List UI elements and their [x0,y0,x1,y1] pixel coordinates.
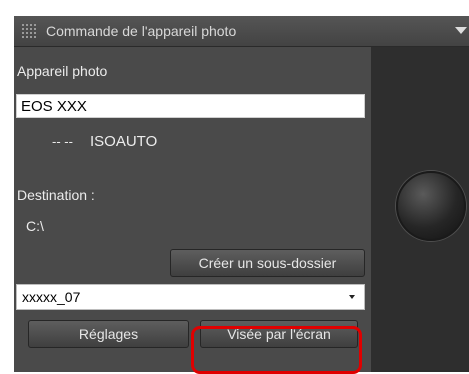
shutter-area [371,47,469,372]
grip-icon[interactable] [22,24,36,38]
file-name-value: xxxxx_07 [22,289,81,305]
panel-content: Appareil photo EOS XXX -- -- ISOAUTO Des… [14,47,371,372]
settings-button[interactable]: Réglages [28,320,189,348]
panel-titlebar[interactable]: Commande de l'appareil photo [14,16,469,47]
live-view-button[interactable]: Visée par l'écran [200,320,358,348]
panel-title: Commande de l'appareil photo [46,23,237,39]
destination-label: Destination : [17,187,95,203]
triangle-down-icon[interactable] [455,27,467,34]
destination-path: C:\ [26,218,44,234]
create-subfolder-button[interactable]: Créer un sous-dossier [170,249,365,277]
chevron-down-icon[interactable] [349,295,355,299]
camera-model-field: EOS XXX [16,94,365,118]
shooting-dashes: -- -- [52,134,73,149]
camera-control-panel: Commande de l'appareil photo Appareil ph… [14,16,469,372]
camera-section-label: Appareil photo [17,63,108,79]
iso-value: ISOAUTO [90,133,158,150]
file-name-select[interactable]: xxxxx_07 [16,284,365,310]
shutter-button[interactable] [396,171,466,241]
